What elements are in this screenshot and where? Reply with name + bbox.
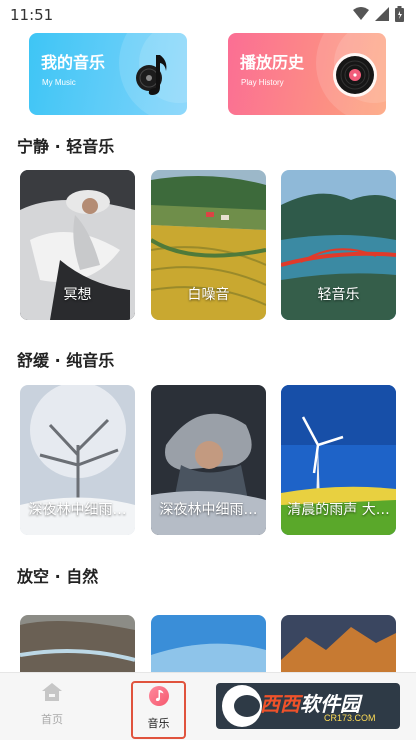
tile-forest-rain-1[interactable]: 深夜林中细雨… [20,385,135,535]
tile-morning-rain[interactable]: 清晨的雨声 大… [281,385,396,535]
tile-light-music[interactable]: 轻音乐 [281,170,396,320]
my-music-subtitle: My Music [42,78,76,87]
play-history-card[interactable]: 播放历史 Play History [228,33,386,115]
my-music-title: 我的音乐 [41,53,106,72]
tile-label: 冥想 [63,287,92,303]
tile-label: 轻音乐 [317,287,360,303]
status-icons [353,6,404,22]
tile-forest-rain-2[interactable]: 深夜林中细雨… [151,385,266,535]
tile-image [281,615,396,673]
section-title-nature: 放空 · 自然 [17,567,99,586]
tile-nature-1[interactable] [20,615,135,673]
section-title-calm: 宁静 · 轻音乐 [17,137,115,156]
nav-music-label: 音乐 [147,717,170,730]
wifi-icon [353,7,369,20]
tile-nature-3[interactable] [281,615,396,673]
tile-meditation[interactable]: 冥想 [20,170,135,320]
tile-white-noise[interactable]: 白噪音 [151,170,266,320]
section-title-soothing: 舒缓 · 纯音乐 [17,351,115,370]
nav-home-label: 首页 [41,713,63,726]
watermark-domain: CR173.COM [324,713,376,723]
tile-nature-2[interactable] [151,615,266,673]
battery-icon [395,6,404,22]
status-time: 11:51 [10,6,54,24]
vinyl-record-icon [333,53,377,97]
status-bar: 11:51 [0,0,416,30]
nav-home[interactable]: 首页 [26,681,78,727]
music-note-icon [148,686,169,706]
tile-label: 深夜林中细雨… [28,502,127,518]
tile-label: 深夜林中细雨… [159,502,258,518]
tile-image [151,615,266,673]
tile-label: 清晨的雨声 大… [287,502,390,518]
nav-music[interactable]: 音乐 [131,681,186,739]
my-music-card[interactable]: 我的音乐 My Music [29,33,187,115]
play-history-title: 播放历史 [240,53,305,72]
home-icon [42,683,62,701]
tile-image [20,615,135,673]
signal-icon [375,7,389,21]
watermark-brand-left: 西西 [260,692,300,716]
play-history-subtitle: Play History [241,78,284,87]
music-note-disc-icon [136,55,167,95]
watermark-logo: 西西软件园 CR173.COM [216,683,400,729]
tile-label: 白噪音 [187,287,230,303]
watermark-c-shape [222,685,262,727]
